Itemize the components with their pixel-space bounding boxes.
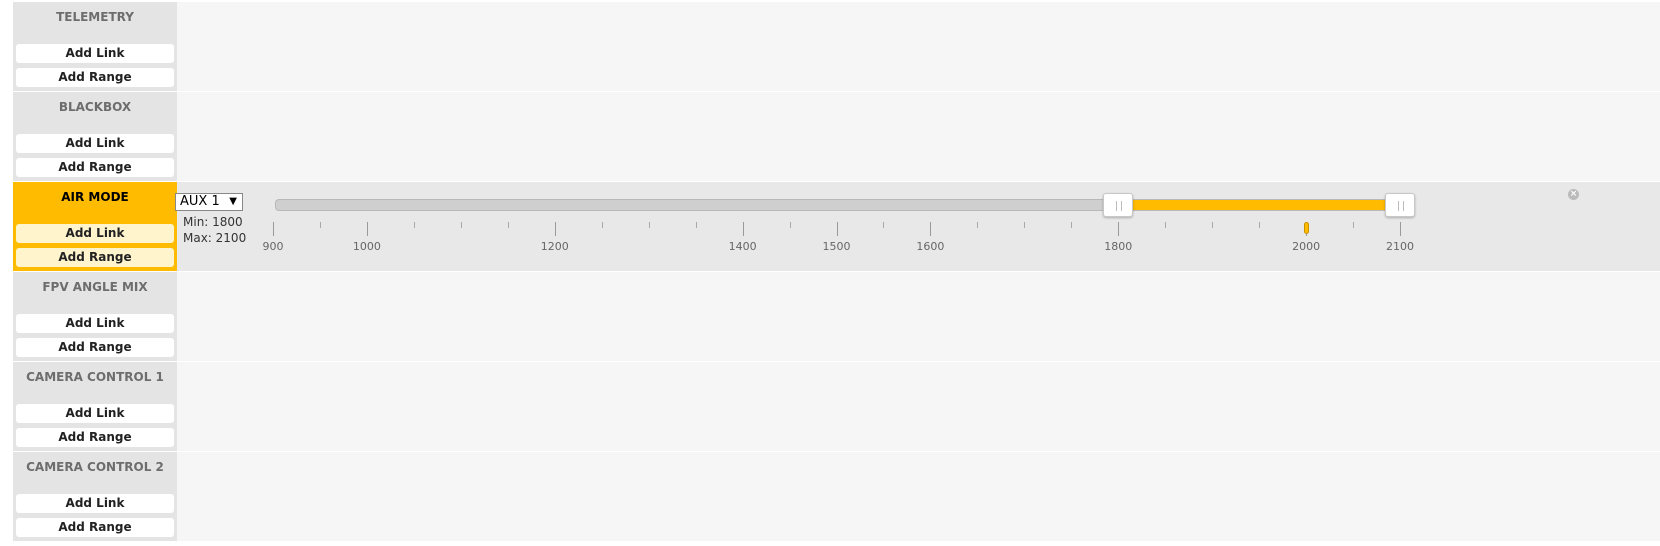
scale-minor-tick [319, 222, 321, 228]
add-link-button[interactable]: Add Link [16, 404, 174, 423]
scale-tick-label: 1400 [728, 240, 757, 253]
scale-major-tick [554, 222, 556, 236]
range-slider[interactable]: 900 1000 1200 1400 1500 1600 1800 2000 2100 [0, 182, 1660, 271]
slider-range-fill [1118, 200, 1400, 210]
mode-panel: CAMERA CONTROL 1 Add Link Add Range [13, 362, 177, 451]
mode-name: FPV ANGLE MIX [42, 280, 148, 294]
add-link-button[interactable]: Add Link [16, 314, 174, 333]
add-range-button[interactable]: Add Range [16, 68, 174, 87]
scale-major-tick [930, 222, 932, 236]
mode-name: BLACKBOX [58, 100, 132, 114]
scale-major-tick [1400, 222, 1401, 236]
grip-icon [1116, 201, 1123, 211]
scale-minor-tick [1353, 222, 1355, 228]
scale-minor-tick [789, 222, 791, 228]
mode-row-blackbox: BLACKBOX Add Link Add Range [13, 92, 1660, 181]
add-range-button[interactable]: Add Range [16, 338, 174, 357]
add-range-button[interactable]: Add Range [16, 428, 174, 447]
scale-minor-tick [1212, 222, 1214, 228]
scale-minor-tick [977, 222, 979, 228]
slider-min-handle[interactable] [1103, 193, 1134, 217]
scale-minor-tick [1024, 222, 1026, 228]
close-circle-icon[interactable]: × [1568, 189, 1579, 200]
scale-minor-tick [1165, 222, 1167, 228]
mode-row-fpv-angle-mix: FPV ANGLE MIX Add Link Add Range [13, 272, 1660, 361]
scale-major-tick [742, 222, 744, 236]
scale-major-tick [366, 222, 368, 236]
scale-minor-tick [601, 222, 603, 228]
scale-tick-label: 1500 [822, 240, 851, 253]
scale-tick-label: 2000 [1292, 240, 1321, 253]
mode-row-camera-control-1: CAMERA CONTROL 1 Add Link Add Range [13, 362, 1660, 451]
scale-minor-tick [460, 222, 462, 228]
grip-icon [1398, 201, 1404, 211]
scale-minor-tick [648, 222, 650, 228]
scale-tick-label: 900 [262, 240, 284, 253]
slider-max-handle[interactable] [1385, 193, 1415, 217]
add-link-button[interactable]: Add Link [16, 134, 174, 153]
scale-tick-label: 2100 [1386, 240, 1414, 253]
mode-panel: TELEMETRY Add Link Add Range [13, 2, 177, 91]
mode-name: CAMERA CONTROL 1 [26, 370, 164, 384]
scale-major-tick [1118, 222, 1120, 236]
add-range-button[interactable]: Add Range [16, 518, 174, 537]
mode-panel: FPV ANGLE MIX Add Link Add Range [13, 272, 177, 361]
scale-minor-tick [413, 222, 415, 228]
scale-minor-tick [1259, 222, 1261, 228]
scale-major-tick [273, 222, 274, 236]
mode-name: TELEMETRY [56, 10, 134, 24]
scale-tick-label: 1200 [540, 240, 569, 253]
scale-major-tick [836, 222, 838, 236]
mode-panel: BLACKBOX Add Link Add Range [13, 92, 177, 181]
mode-row-air-mode: AIR MODE Add Link Add Range AUX 1 ▼ Min:… [13, 182, 1660, 271]
scale-tick-label: 1000 [352, 240, 381, 253]
scale-minor-tick [507, 222, 509, 228]
scale-minor-tick [695, 222, 697, 228]
add-range-button[interactable]: Add Range [16, 158, 174, 177]
current-value-marker [1304, 222, 1310, 234]
scale-tick-label: 1600 [916, 240, 945, 253]
mode-row-camera-control-2: CAMERA CONTROL 2 Add Link Add Range [13, 452, 1660, 541]
scale-minor-tick [883, 222, 885, 228]
mode-name: CAMERA CONTROL 2 [26, 460, 164, 474]
add-link-button[interactable]: Add Link [16, 494, 174, 513]
mode-row-telemetry: TELEMETRY Add Link Add Range [13, 2, 1660, 91]
scale-tick-label: 1800 [1104, 240, 1133, 253]
scale-minor-tick [1071, 222, 1073, 228]
mode-panel: CAMERA CONTROL 2 Add Link Add Range [13, 452, 177, 541]
add-link-button[interactable]: Add Link [16, 44, 174, 63]
